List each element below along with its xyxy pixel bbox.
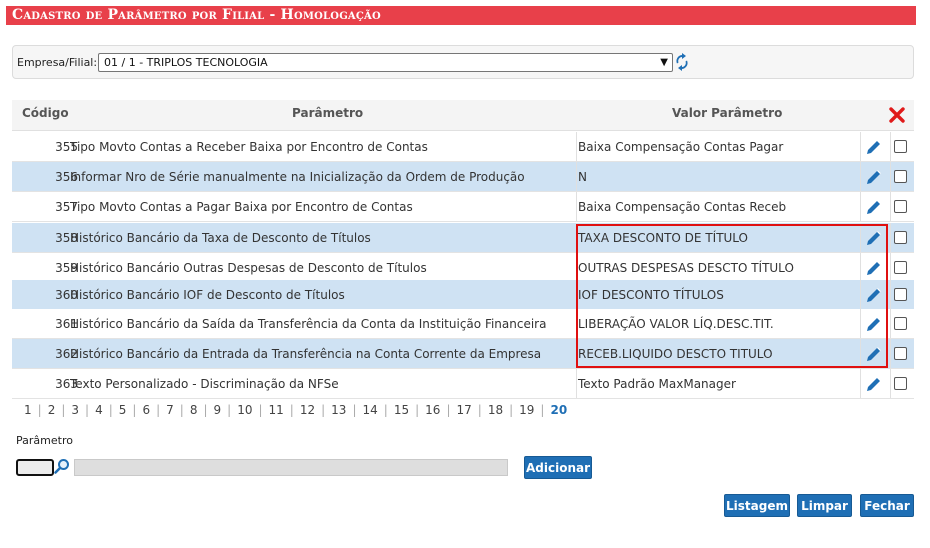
page-link[interactable]: 3 <box>71 403 79 417</box>
page-link[interactable]: 5 <box>119 403 127 417</box>
page-link[interactable]: 1 <box>24 403 32 417</box>
page-link[interactable]: 13 <box>331 403 346 417</box>
row-checkbox[interactable] <box>894 377 907 390</box>
pencil-icon[interactable] <box>865 287 882 304</box>
page-link[interactable]: 20 <box>550 403 567 417</box>
row-parameter: Tipo Movto Contas a Pagar Baixa por Enco… <box>70 200 413 214</box>
pagination: 1 | 2 | 3 | 4 | 5 | 6 | 7 | 8 | 9 | 10 | 11 | 12 | 13 | 14 | 15 | 16 | 1… <box>24 403 568 417</box>
header-code: Código <box>22 106 69 120</box>
page-link[interactable]: 2 <box>48 403 56 417</box>
row-parameter: Informar Nro de Série manualmente na Ini… <box>70 170 525 184</box>
clear-button[interactable]: Limpar <box>797 494 852 517</box>
row-value: OUTRAS DESPESAS DESCTO TÍTULO <box>578 261 794 275</box>
row-parameter: Histórico Bancário da Saída da Transferê… <box>70 317 547 331</box>
row-value: RECEB.LIQUIDO DESCTO TITULO <box>578 347 773 361</box>
page-link[interactable]: 16 <box>425 403 440 417</box>
pencil-icon[interactable] <box>865 316 882 333</box>
page-link[interactable]: 4 <box>95 403 103 417</box>
row-checkbox[interactable] <box>894 288 907 301</box>
table-row: 357 Tipo Movto Contas a Pagar Baixa por E… <box>12 192 914 222</box>
page-link[interactable]: 8 <box>190 403 198 417</box>
page-link[interactable]: 11 <box>269 403 284 417</box>
row-checkbox[interactable] <box>894 200 907 213</box>
filter-panel: Empresa/Filial: 01 / 1 - TRIPLOS TECNOLO… <box>12 45 914 79</box>
row-parameter: Histórico Bancário da Entrada da Transfe… <box>70 347 542 361</box>
page-link[interactable]: 15 <box>394 403 409 417</box>
table-row: 362 Histórico Bancário da Entrada da Tran… <box>12 339 914 369</box>
table-row: 363 Texto Personalizado - Discriminação d… <box>12 369 914 399</box>
page-title: Cadastro de Parâmetro por Filial - Homol… <box>6 6 916 25</box>
row-parameter: Histórico Bancário da Taxa de Desconto d… <box>70 231 371 245</box>
pencil-icon[interactable] <box>865 139 882 156</box>
grid-header: Código Parâmetro Valor Parâmetro <box>12 100 914 131</box>
table-row: 355 Tipo Movto Contas a Receber Baixa por… <box>12 132 914 162</box>
close-button[interactable]: Fechar <box>860 494 914 517</box>
page-link[interactable]: 19 <box>519 403 534 417</box>
table-row: 358 Histórico Bancário da Taxa de Descont… <box>12 223 914 253</box>
row-parameter: Tipo Movto Contas a Receber Baixa por En… <box>70 140 428 154</box>
list-button[interactable]: Listagem <box>724 494 790 517</box>
row-value: Texto Padrão MaxManager <box>578 377 736 391</box>
pencil-icon[interactable] <box>865 260 882 277</box>
pencil-icon[interactable] <box>865 230 882 247</box>
parameter-description-field <box>74 459 508 476</box>
row-parameter: Texto Personalizado - Discriminação da N… <box>70 377 339 391</box>
row-value: LIBERAÇÃO VALOR LÍQ.DESC.TIT. <box>578 317 774 331</box>
page-link[interactable]: 9 <box>214 403 222 417</box>
row-checkbox[interactable] <box>894 347 907 360</box>
table-row: 359 Histórico Bancário Outras Despesas de… <box>12 253 914 283</box>
header-value: Valor Parâmetro <box>672 106 783 120</box>
chevron-down-icon: ▼ <box>660 57 668 68</box>
table-row: 356 Informar Nro de Série manualmente na … <box>12 162 914 192</box>
table-row: 360 Histórico Bancário IOF de Desconto de… <box>12 280 914 310</box>
header-parameter: Parâmetro <box>292 106 364 120</box>
row-checkbox[interactable] <box>894 261 907 274</box>
page-link[interactable]: 10 <box>237 403 252 417</box>
row-checkbox[interactable] <box>894 170 907 183</box>
row-checkbox[interactable] <box>894 140 907 153</box>
pencil-icon[interactable] <box>865 169 882 186</box>
page-link[interactable]: 18 <box>488 403 503 417</box>
company-branch-label: Empresa/Filial: <box>17 56 98 69</box>
pencil-icon[interactable] <box>865 199 882 216</box>
row-value: Baixa Compensação Contas Pagar <box>578 140 784 154</box>
row-value: Baixa Compensação Contas Receb <box>578 200 787 214</box>
row-checkbox[interactable] <box>894 317 907 330</box>
parameter-label: Parâmetro <box>16 434 73 447</box>
page-link[interactable]: 14 <box>363 403 378 417</box>
add-button[interactable]: Adicionar <box>524 456 592 479</box>
row-parameter: Histórico Bancário Outras Despesas de De… <box>70 261 427 275</box>
row-value: IOF DESCONTO TÍTULOS <box>578 288 724 302</box>
page-link[interactable]: 7 <box>166 403 174 417</box>
company-branch-select[interactable]: 01 / 1 - TRIPLOS TECNOLOGIA ▼ <box>98 53 673 72</box>
row-checkbox[interactable] <box>894 231 907 244</box>
refresh-icon[interactable] <box>675 53 689 71</box>
page-link[interactable]: 17 <box>456 403 471 417</box>
table-row: 361 Histórico Bancário da Saída da Transf… <box>12 309 914 339</box>
close-x-icon[interactable] <box>888 106 906 124</box>
pencil-icon[interactable] <box>865 376 882 393</box>
pencil-icon[interactable] <box>865 346 882 363</box>
row-value: N <box>578 170 587 184</box>
page-link[interactable]: 12 <box>300 403 315 417</box>
parameter-code-input[interactable] <box>16 459 54 476</box>
company-branch-value: 01 / 1 - TRIPLOS TECNOLOGIA <box>104 56 268 69</box>
page-link[interactable]: 6 <box>142 403 150 417</box>
row-parameter: Histórico Bancário IOF de Desconto de Tí… <box>70 288 345 302</box>
row-value: TAXA DESCONTO DE TÍTULO <box>578 231 749 245</box>
search-icon[interactable] <box>54 458 70 474</box>
